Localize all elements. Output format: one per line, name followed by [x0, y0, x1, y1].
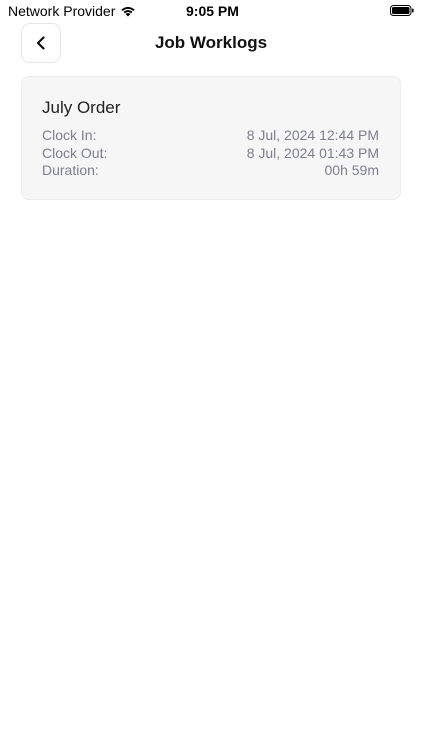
duration-label: Duration: — [42, 162, 99, 178]
clock-in-label: Clock In: — [42, 127, 97, 143]
clock-out-row: Clock Out: 8 Jul, 2024 01:43 PM — [42, 145, 379, 163]
page-title: Job Worklogs — [154, 33, 268, 52]
clock-out-label: Clock Out: — [42, 145, 108, 161]
battery-icon — [390, 5, 414, 16]
status-time: 9:05 PM — [186, 3, 239, 19]
duration-row: Duration: 00h 59m — [42, 162, 379, 180]
wifi-icon — [121, 7, 135, 17]
carrier-name: Network Provider — [8, 3, 116, 19]
worklog-title: July Order — [42, 98, 121, 117]
duration-value: 00h 59m — [324, 162, 379, 178]
clock-in-row: Clock In: 8 Jul, 2024 12:44 PM — [42, 127, 379, 145]
clock-in-value: 8 Jul, 2024 12:44 PM — [246, 127, 379, 143]
navigation-bar: Job Worklogs — [0, 22, 422, 66]
worklog-card[interactable]: July Order Clock In: 8 Jul, 2024 12:44 P… — [21, 76, 401, 200]
carrier-info: Network Provider — [8, 3, 136, 19]
status-bar: Network Provider 9:05 PM — [0, 0, 422, 22]
clock-out-value: 8 Jul, 2024 01:43 PM — [246, 145, 379, 161]
